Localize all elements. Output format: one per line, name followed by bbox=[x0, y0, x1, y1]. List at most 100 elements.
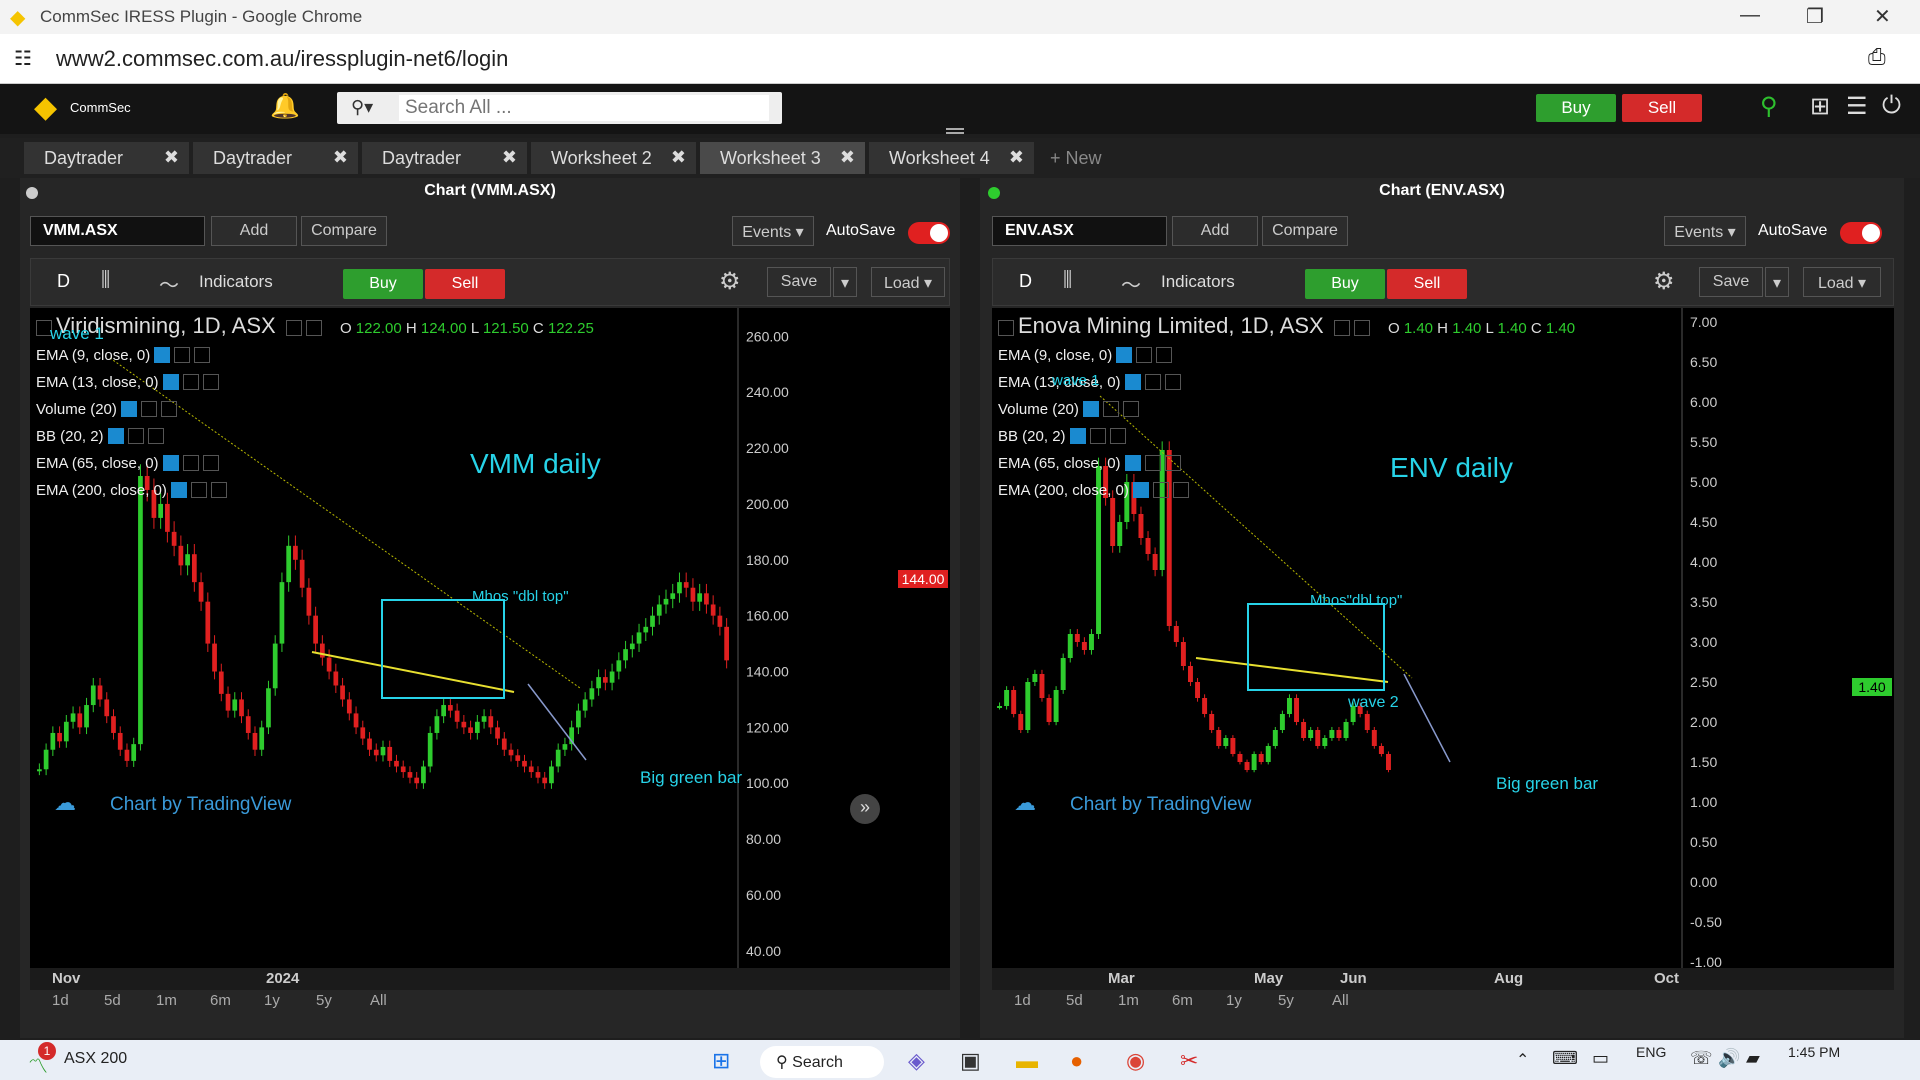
save-button[interactable]: Save bbox=[767, 267, 831, 297]
notification-bell-icon[interactable]: 🔔 bbox=[270, 92, 300, 121]
site-settings-icon[interactable]: ☷ bbox=[14, 46, 32, 71]
keyboard-icon[interactable]: ⌨ bbox=[1552, 1048, 1578, 1069]
close-icon[interactable] bbox=[202, 455, 219, 471]
menu-icon[interactable]: ☰ bbox=[1846, 92, 1868, 121]
eye-icon[interactable] bbox=[285, 320, 302, 336]
range-5y[interactable]: 5y bbox=[316, 992, 332, 1009]
range-1y[interactable]: 1y bbox=[1226, 992, 1242, 1009]
range-6m[interactable]: 6m bbox=[1172, 992, 1193, 1009]
scroll-to-latest-button[interactable]: » bbox=[850, 794, 880, 824]
gear-icon[interactable] bbox=[1144, 374, 1161, 390]
firefox-icon[interactable]: ● bbox=[1070, 1048, 1083, 1074]
gear-icon[interactable] bbox=[127, 428, 144, 444]
eye-icon[interactable] bbox=[1069, 428, 1086, 444]
install-app-icon[interactable]: ⎙ bbox=[1868, 44, 1886, 70]
clock-time[interactable]: 1:45 PM bbox=[1788, 1044, 1840, 1060]
eye-icon[interactable] bbox=[1333, 320, 1350, 336]
chrome-icon[interactable]: ◉ bbox=[1126, 1048, 1145, 1074]
symbol-input[interactable]: VMM.ASX bbox=[30, 216, 205, 246]
legend-item-volume[interactable]: Volume (20) bbox=[998, 396, 1575, 423]
gear-icon[interactable] bbox=[182, 374, 199, 390]
tab-worksheet-3[interactable]: Worksheet 3 ✖ bbox=[700, 142, 865, 174]
chart-canvas-env[interactable]: -1.00 -0.50 0.00 0.50 1.00 1.50 2.00 2.50 3.00 3.… bbox=[992, 308, 1894, 980]
add-icon[interactable]: ⊞ bbox=[1810, 92, 1830, 121]
tradingview-credit[interactable]: Chart by TradingView bbox=[1070, 794, 1251, 816]
eye-icon[interactable] bbox=[1124, 374, 1141, 390]
task-view-icon[interactable]: ▣ bbox=[960, 1048, 981, 1074]
eye-icon[interactable] bbox=[1124, 455, 1141, 471]
legend-item-ema13[interactable]: EMA (13, close, 0) bbox=[36, 369, 594, 396]
tab-daytrader-2[interactable]: Daytrader ✖ bbox=[193, 142, 358, 174]
compare-button[interactable]: Compare bbox=[301, 216, 387, 246]
eye-icon[interactable] bbox=[154, 347, 171, 363]
new-tab-button[interactable]: + New bbox=[1050, 148, 1102, 169]
eye-icon[interactable] bbox=[162, 455, 179, 471]
range-all[interactable]: All bbox=[1332, 992, 1349, 1009]
gear-icon[interactable] bbox=[1136, 347, 1153, 363]
volume-icon[interactable]: 🔊 bbox=[1718, 1048, 1740, 1069]
chart-sell-button[interactable]: Sell bbox=[425, 269, 505, 299]
close-tab-icon[interactable]: ✖ bbox=[502, 147, 517, 168]
chart-sell-button[interactable]: Sell bbox=[1387, 269, 1467, 299]
range-6m[interactable]: 6m bbox=[210, 992, 231, 1009]
power-icon[interactable]: ⏻ bbox=[1882, 92, 1901, 120]
eye-icon[interactable] bbox=[120, 401, 137, 417]
close-icon[interactable] bbox=[1122, 401, 1139, 417]
settings-gear-icon[interactable]: ⚙ bbox=[719, 267, 741, 296]
close-icon[interactable] bbox=[194, 347, 211, 363]
legend-item-ema200[interactable]: EMA (200, close, 0) bbox=[36, 477, 594, 504]
gear-icon[interactable] bbox=[182, 455, 199, 471]
close-tab-icon[interactable]: ✖ bbox=[1009, 147, 1024, 168]
interval-button[interactable]: D bbox=[57, 271, 70, 292]
gear-icon[interactable] bbox=[1102, 401, 1119, 417]
candle-style-icon[interactable]: ⫼ bbox=[101, 269, 110, 292]
symbol-input[interactable]: ENV.ASX bbox=[992, 216, 1167, 246]
indicators-button[interactable]: Indicators bbox=[199, 272, 273, 292]
autosave-toggle[interactable] bbox=[908, 222, 950, 244]
close-icon[interactable] bbox=[147, 428, 164, 444]
autosave-toggle[interactable] bbox=[1840, 222, 1882, 244]
range-5d[interactable]: 5d bbox=[104, 992, 121, 1009]
range-5y[interactable]: 5y bbox=[1278, 992, 1294, 1009]
address-bar[interactable]: ☷ www2.commsec.com.au/iressplugin-net6/l… bbox=[0, 34, 1920, 84]
eye-icon[interactable] bbox=[1116, 347, 1133, 363]
save-dropdown-icon[interactable]: ▾ bbox=[833, 267, 857, 297]
network-icon[interactable]: ☏ bbox=[1690, 1048, 1713, 1069]
indicators-button[interactable]: Indicators bbox=[1161, 272, 1235, 292]
file-explorer-icon[interactable]: ▬ bbox=[1016, 1048, 1038, 1074]
close-icon[interactable] bbox=[160, 401, 177, 417]
settings-gear-icon[interactable]: ⚙ bbox=[1653, 267, 1675, 296]
display-icon[interactable]: ▭ bbox=[1592, 1048, 1609, 1069]
gear-icon[interactable] bbox=[174, 347, 191, 363]
location-pin-icon[interactable]: ⚲ bbox=[1760, 92, 1778, 121]
eye-icon[interactable] bbox=[107, 428, 124, 444]
close-icon[interactable] bbox=[1172, 482, 1189, 498]
tab-worksheet-4[interactable]: Worksheet 4 ✖ bbox=[869, 142, 1034, 174]
minimize-icon[interactable]: — bbox=[1740, 4, 1760, 27]
compare-button[interactable]: Compare bbox=[1262, 216, 1348, 246]
drag-handle-icon[interactable] bbox=[946, 128, 964, 134]
header-sell-button[interactable]: Sell bbox=[1622, 94, 1702, 122]
close-tab-icon[interactable]: ✖ bbox=[671, 147, 686, 168]
url-text[interactable]: www2.commsec.com.au/iressplugin-net6/log… bbox=[56, 46, 508, 72]
eye-icon[interactable] bbox=[1082, 401, 1099, 417]
load-dropdown[interactable]: Load ▾ bbox=[1803, 267, 1881, 297]
range-1d[interactable]: 1d bbox=[52, 992, 69, 1009]
taskbar-search[interactable]: ⚲ Search bbox=[760, 1046, 884, 1078]
chart-buy-button[interactable]: Buy bbox=[343, 269, 423, 299]
collapse-icon[interactable] bbox=[998, 320, 1014, 336]
tab-worksheet-2[interactable]: Worksheet 2 ✖ bbox=[531, 142, 696, 174]
close-icon[interactable] bbox=[202, 374, 219, 390]
gear-icon[interactable] bbox=[305, 320, 322, 336]
eye-icon[interactable] bbox=[170, 482, 187, 498]
legend-item-ema9[interactable]: EMA (9, close, 0) bbox=[36, 342, 594, 369]
search-input[interactable] bbox=[399, 95, 769, 121]
close-icon[interactable] bbox=[1164, 374, 1181, 390]
close-icon[interactable] bbox=[210, 482, 227, 498]
header-buy-button[interactable]: Buy bbox=[1536, 94, 1616, 122]
range-1m[interactable]: 1m bbox=[156, 992, 177, 1009]
legend-item-ema9[interactable]: EMA (9, close, 0) bbox=[998, 342, 1575, 369]
add-button[interactable]: Add bbox=[211, 216, 297, 246]
chart-buy-button[interactable]: Buy bbox=[1305, 269, 1385, 299]
indicators-icon[interactable]: 〜 bbox=[159, 269, 179, 298]
